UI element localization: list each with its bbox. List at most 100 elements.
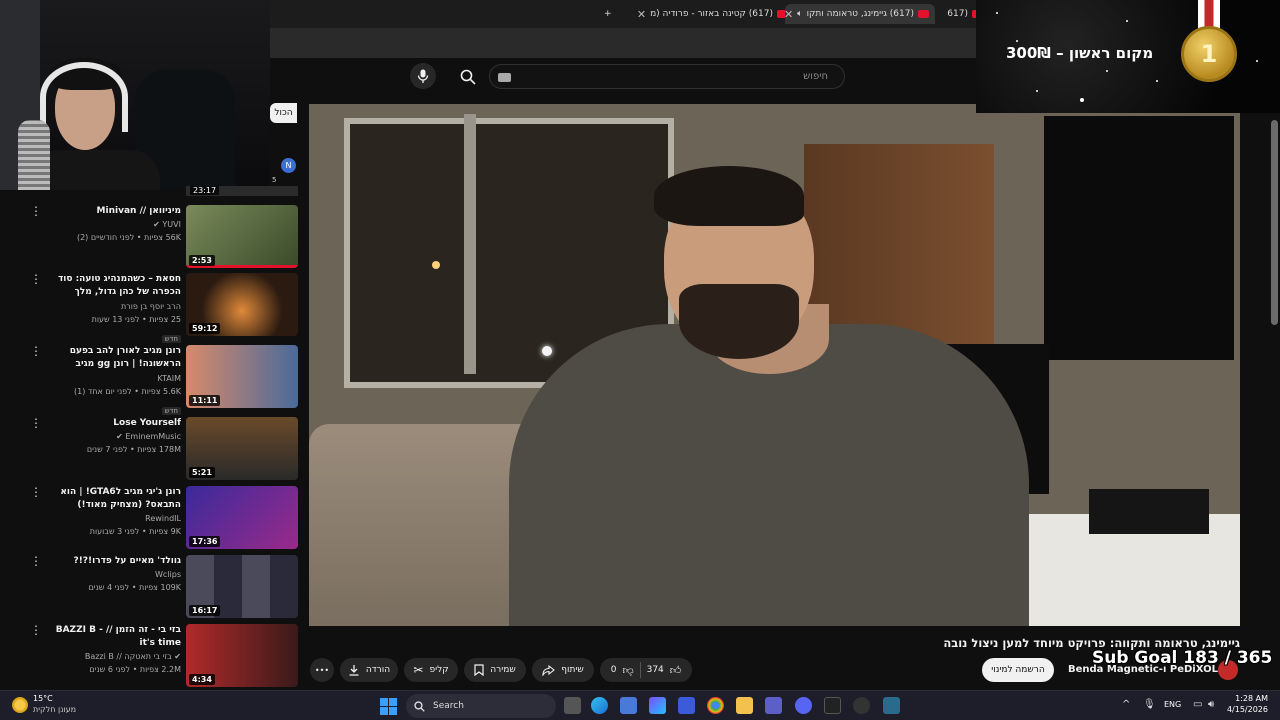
channel-name[interactable]: KTAIM [46,372,181,385]
discord-icon[interactable] [795,697,812,714]
related-video[interactable]: 11:11 רונן מגיב לאורן להב בפעם הראשונה! … [0,345,300,415]
windows-taskbar: 15°C מעונן חלקית Search ^ 🎙︎ ENG ▭ 🔊︎ 1:… [0,690,1280,720]
download-label: הורדה [365,665,391,675]
more-options-icon[interactable]: ⋮ [30,273,42,285]
search-input[interactable]: חיפוש [489,64,845,89]
video-stats: 109K צפיות • לפני 4 שנים [88,583,181,592]
new-tab-button[interactable]: + [604,4,612,24]
video-stats: 178M צפיות • לפני 7 שנים [86,445,181,454]
clip-label: קליפ [429,665,449,675]
video-stats: 5.6K צפיות • לפני יום אחד (1) [73,387,181,396]
more-options-icon[interactable]: ⋮ [30,624,42,636]
more-options-icon[interactable]: ⋮ [30,486,42,498]
sub-goal-overlay: Sub Goal 183 / 365 [1092,648,1273,668]
video-duration: 2:53 [189,255,215,266]
related-video[interactable]: 4:34 בזי בי - זה הזמן // BAZZI B - it's … [0,624,300,690]
video-title[interactable]: בזי בי - זה הזמן // BAZZI B - it's time [46,624,181,650]
headset-icon [40,62,128,132]
teams-icon[interactable] [765,697,782,714]
more-options-icon[interactable]: ⋮ [30,555,42,567]
more-options-icon[interactable]: ⋮ [30,345,42,357]
chrome-icon[interactable] [707,697,724,714]
verified-icon: ✔︎ [153,220,160,229]
related-video[interactable]: 59:12 חסאת – כשהמנהיג טועה: סוד הכפרה של… [0,273,300,343]
video-stats: 56K צפיות • לפני חודשיים (2) [76,233,181,242]
video-title[interactable]: רונן מגיב לאורן להב בפעם הראשונה! | רונן… [46,345,181,372]
next-app-icon[interactable] [824,697,841,714]
search-placeholder: חיפוש [803,71,828,82]
new-badge: חדש [161,407,181,415]
network-icon[interactable]: ▭ [1193,699,1202,710]
keyboard-icon[interactable] [498,73,511,82]
save-button[interactable]: שמירה [464,658,526,682]
copilot-icon[interactable] [649,697,666,714]
related-video[interactable]: 2:53 מיניוואן // Minivan YUVI ✔︎ 56K צפי… [0,205,300,271]
more-options-icon[interactable]: ⋮ [30,205,42,217]
channel-name[interactable]: Wclips [46,568,181,581]
gold-medal-icon: 1 [1181,26,1237,82]
channel-name[interactable]: ✔︎ בזי בי תאטקה // Bazzi B [46,650,181,663]
edge-icon[interactable] [591,697,608,714]
obs-icon[interactable] [853,697,870,714]
dislike-icon[interactable]: 👎︎ [622,664,633,677]
weather-icon[interactable] [12,697,28,713]
microphone-icon[interactable]: 🎙︎ [1143,699,1156,710]
subscribe-button[interactable]: הרשמה למינוי [982,658,1054,682]
app-icon[interactable] [883,697,900,714]
prize-text: מקום ראשון – 300₪ [1006,44,1154,62]
channel-name[interactable]: EminemMusic ✔︎ [46,430,181,443]
channel-name[interactable]: YUVI ✔︎ [46,218,181,231]
plus-icon[interactable]: + [604,9,612,19]
voice-search-button[interactable] [410,63,436,89]
save-label: שמירה [490,665,516,675]
language-indicator[interactable]: ENG [1164,700,1181,709]
youtube-icon [918,10,929,18]
video-stats: 2.2M צפיות • לפני 6 שנים [89,665,181,674]
close-icon[interactable]: ✕ [637,8,646,21]
page-scrollbar[interactable] [1271,120,1278,325]
channel-avatar-small[interactable]: N [281,158,296,173]
filter-chip-all[interactable]: הכול [270,103,297,123]
tab-active-video[interactable]: (617) גיימינג, טראומה ותקו 🔈︎ ✕ [785,4,935,24]
address-bar[interactable] [270,28,980,58]
channel-name[interactable]: הרב יוסף בן פורת [46,300,181,313]
more-options-icon[interactable]: ⋮ [30,417,42,429]
office-icon[interactable] [678,697,695,714]
store-icon[interactable] [620,697,637,714]
volume-icon[interactable]: 🔊︎ [1208,699,1214,710]
scissors-icon: ✂︎ [413,663,424,677]
related-video[interactable]: 5:21 Lose Yourself EminemMusic ✔︎ 178M צ… [0,417,300,483]
video-title[interactable]: Lose Yourself [46,417,181,430]
channel-name[interactable]: RewindIL [46,512,181,525]
search-button[interactable] [455,64,481,90]
share-button[interactable]: שיתוף [532,658,594,682]
speaker-icon[interactable]: 🔈︎ [797,9,802,19]
clock-time[interactable]: 1:28 AM [1230,694,1268,703]
video-title[interactable]: מיניוואן // Minivan [46,205,181,218]
tab-parody[interactable]: (617) קטינה באזור - פרודיה (מ ✕ [628,4,788,24]
weather-description[interactable]: מעונן חלקית [33,705,76,714]
video-title[interactable]: חסאת – כשהמנהיג טועה: סוד הכפרה של כהן ג… [46,273,181,300]
video-player[interactable] [309,104,1240,626]
chevron-up-icon[interactable]: ^ [1122,699,1130,710]
download-button[interactable]: הורדה [340,658,398,682]
video-title[interactable]: גוולד' מאיים על פדרו!?!? [46,555,181,568]
video-duration: 16:17 [189,605,221,616]
file-explorer-icon[interactable] [736,697,753,714]
bookmark-icon [474,664,484,676]
weather-temperature[interactable]: 15°C [33,694,53,703]
like-icon[interactable]: 👍︎ [670,664,682,677]
mini-count: 5 [272,176,277,184]
task-view-icon[interactable] [564,697,581,714]
verified-icon: ✔︎ [174,652,181,661]
like-dislike-group: 0 👎︎ 374 👍︎ [600,658,692,682]
clip-button[interactable]: ✂︎ קליפ [404,658,458,682]
related-video[interactable]: 16:17 גוולד' מאיים על פדרו!?!? Wclips 10… [0,555,300,621]
more-actions-button[interactable]: ••• [310,658,334,682]
windows-start-icon[interactable] [380,698,397,715]
clock-date[interactable]: 4/15/2026 [1222,705,1268,714]
video-title[interactable]: רונן ג'יגי מגיב לGTA6! | הוא התבאס? (מצח… [46,486,181,512]
related-video[interactable]: 17:36 רונן ג'יגי מגיב לGTA6! | הוא התבאס… [0,486,300,552]
close-icon[interactable]: ✕ [785,8,793,21]
taskbar-search[interactable]: Search [406,694,556,718]
